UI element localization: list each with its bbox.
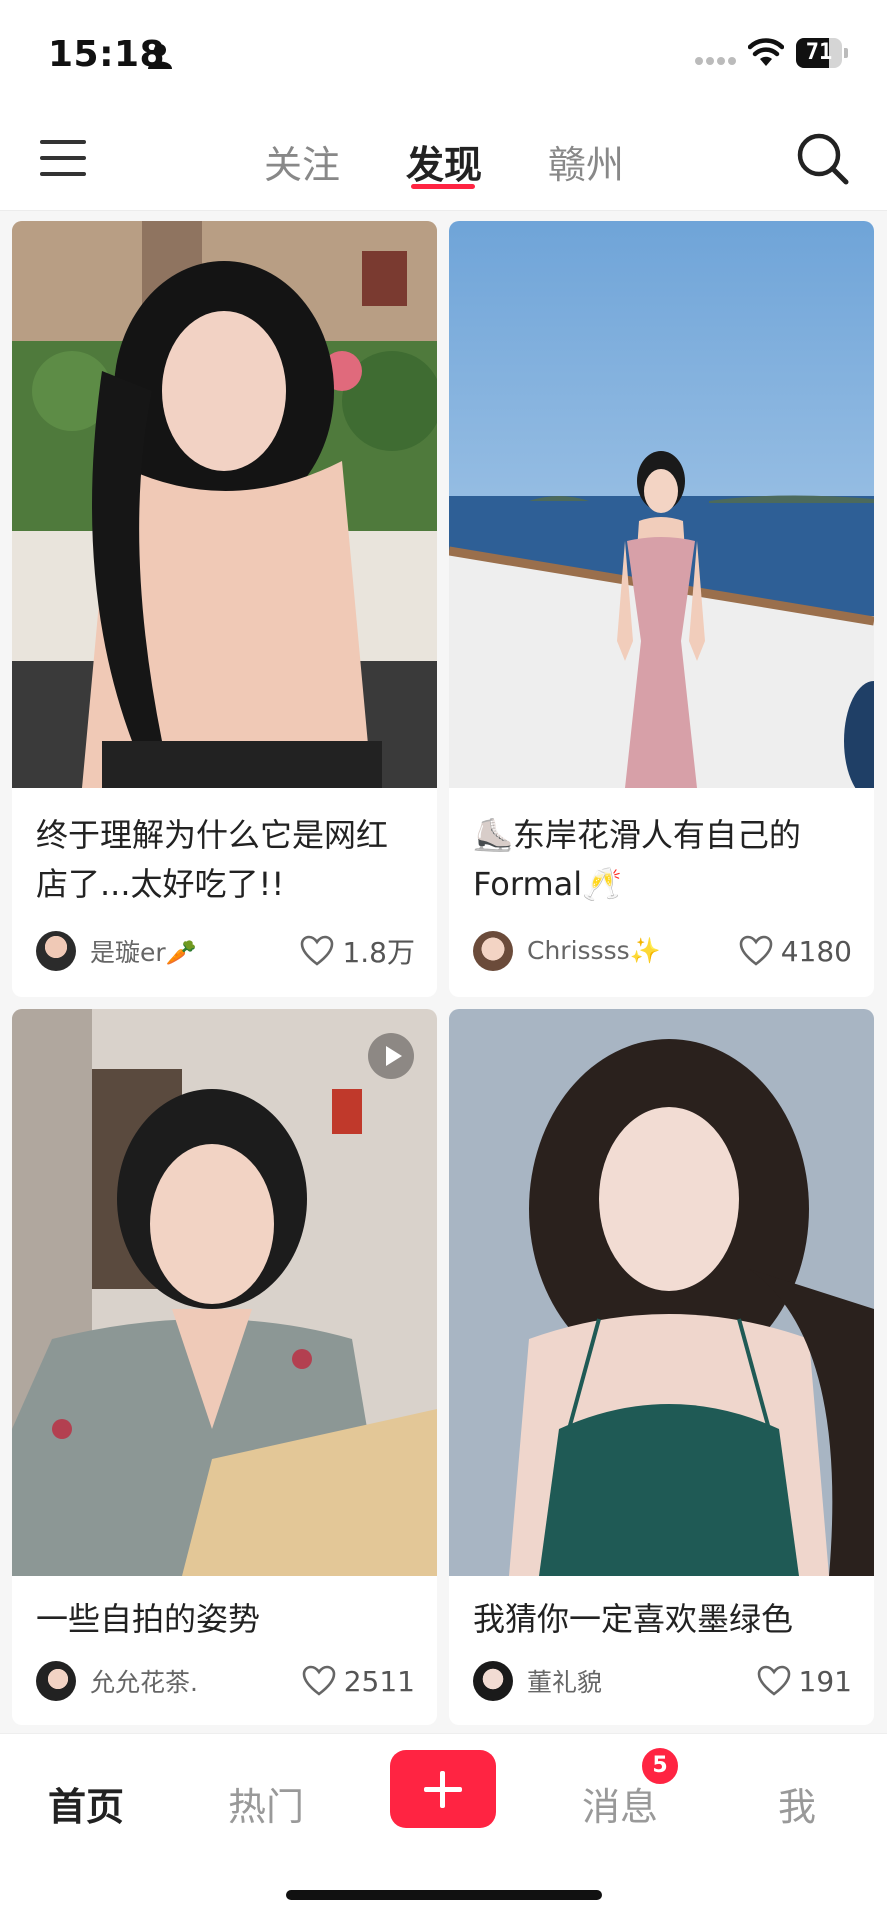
author-name: Chrissss✨ [527, 936, 661, 965]
note-card[interactable]: ⛸️东岸花滑人有自己的Formal🥂 Chrissss✨ 4180 [449, 221, 874, 997]
message-badge: 5 [640, 1746, 680, 1786]
status-bar: 15:18 71 [0, 0, 887, 110]
like-count: 2511 [343, 1664, 415, 1698]
video-play-icon [368, 1033, 414, 1079]
tab-local[interactable]: 赣州 [548, 134, 624, 189]
top-nav: 关注 发现 赣州 [0, 110, 887, 211]
heart-icon [301, 935, 334, 966]
battery-indicator: 71 [796, 38, 848, 68]
like-count: 4180 [780, 934, 852, 968]
nav-messages[interactable]: 消息 [582, 1776, 658, 1831]
nav-home[interactable]: 首页 [48, 1776, 124, 1831]
cellular-signal-icon [695, 57, 736, 65]
note-title: 一些自拍的姿势 [36, 1600, 261, 1638]
heart-icon [302, 1665, 336, 1696]
avatar [473, 931, 513, 971]
avatar [36, 931, 76, 971]
heart-icon [757, 1665, 790, 1696]
note-cover-image [12, 221, 437, 788]
menu-icon[interactable] [40, 136, 88, 180]
author[interactable]: 允允花茶. [36, 1659, 198, 1703]
note-card[interactable]: 我猜你一定喜欢墨绿色 董礼貌 191 [449, 1009, 874, 1725]
like-button[interactable]: 2511 [302, 1659, 415, 1703]
like-button[interactable]: 1.8万 [300, 929, 415, 973]
avatar [36, 1661, 76, 1701]
person-icon [148, 44, 172, 69]
author[interactable]: 是璇er🥕 [36, 929, 197, 973]
nav-trending[interactable]: 热门 [228, 1776, 304, 1831]
battery-level: 71 [805, 40, 833, 65]
author[interactable]: 董礼貌 [473, 1659, 602, 1703]
tab-discover[interactable]: 发现 [406, 134, 482, 189]
note-cover-image [12, 1009, 437, 1576]
wifi-icon [748, 38, 784, 66]
nav-me[interactable]: 我 [778, 1776, 816, 1831]
like-count: 1.8万 [342, 936, 415, 969]
note-cover-image [449, 1009, 874, 1576]
active-tab-indicator [411, 184, 475, 189]
bottom-nav: 首页 热门 消息 5 我 [0, 1733, 887, 1921]
author-name: 董礼貌 [527, 1668, 603, 1697]
note-title: 我猜你一定喜欢墨绿色 [473, 1600, 794, 1638]
home-indicator [286, 1890, 602, 1900]
author-name: 允允花茶. [90, 1668, 198, 1697]
tab-following[interactable]: 关注 [264, 134, 340, 189]
heart-icon [739, 935, 773, 966]
note-cover-image [449, 221, 874, 788]
note-card[interactable]: 一些自拍的姿势 允允花茶. 2511 [12, 1009, 437, 1725]
like-count: 191 [798, 1664, 852, 1698]
note-title: ⛸️东岸花滑人有自己的Formal🥂 [473, 816, 801, 903]
create-post-button[interactable] [390, 1750, 496, 1828]
like-button[interactable]: 191 [757, 1659, 852, 1703]
note-card[interactable]: 终于理解为什么它是网红店了...太好吃了!! 是璇er🥕 1.8万 [12, 221, 437, 997]
author-name: 是璇er🥕 [90, 938, 197, 967]
like-button[interactable]: 4180 [739, 929, 852, 973]
search-icon[interactable] [794, 130, 850, 186]
author[interactable]: Chrissss✨ [473, 929, 661, 973]
note-title: 终于理解为什么它是网红店了...太好吃了!! [36, 816, 389, 903]
avatar [473, 1661, 513, 1701]
